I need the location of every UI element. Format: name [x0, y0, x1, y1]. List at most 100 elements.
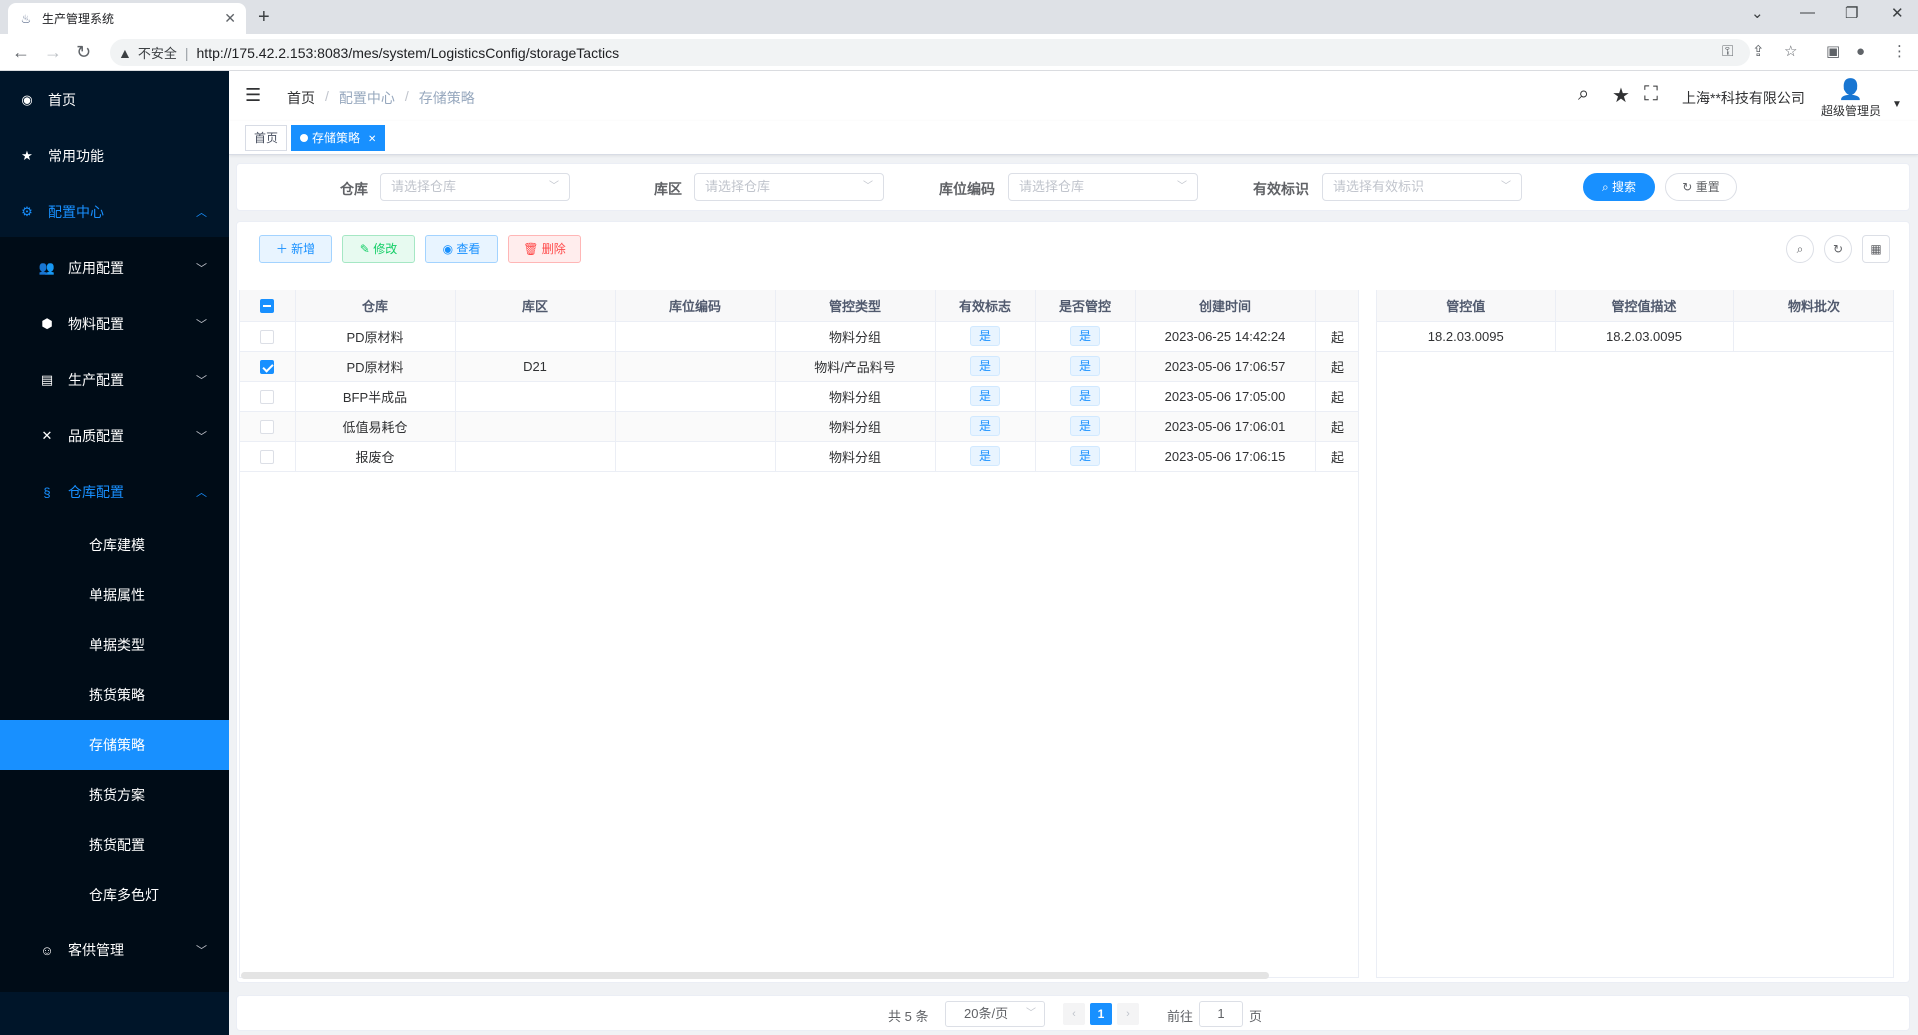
goto-page-input[interactable]: 1 — [1199, 1001, 1243, 1027]
sidebar-item-warehouse-multicolor-light[interactable]: 仓库多色灯 — [0, 870, 229, 920]
column-header[interactable]: 管控类型 — [775, 290, 936, 322]
profile-icon[interactable]: ● — [1856, 43, 1865, 61]
table-row[interactable]: PD原材料 D21 物料/产品料号 是 是 2023-05-06 17:06:5… — [240, 351, 1358, 382]
row-select-cell[interactable] — [240, 441, 296, 472]
sidebar-item-document-attributes[interactable]: 单据属性 — [0, 570, 229, 620]
area-cell — [455, 411, 616, 442]
horizontal-scrollbar[interactable] — [241, 972, 1269, 979]
column-header[interactable]: 管控值描述 — [1555, 290, 1734, 322]
columns-button[interactable]: ▦ — [1862, 235, 1890, 263]
close-tag-icon[interactable]: ✕ — [368, 134, 376, 145]
sidebar-item-customer-supply[interactable]: ☺ 客供管理 ﹀ — [0, 925, 229, 975]
column-header[interactable]: 管控值 — [1377, 290, 1556, 322]
prev-page-button[interactable]: ‹ — [1063, 1003, 1085, 1025]
row-select-cell[interactable] — [240, 351, 296, 382]
forward-icon[interactable]: → — [44, 41, 62, 63]
table-row[interactable]: 低值易耗仓 物料分组 是 是 2023-05-06 17:06:01 起 — [240, 411, 1358, 442]
row-checkbox[interactable] — [260, 419, 275, 434]
user-avatar-icon[interactable]: 👤 — [1838, 77, 1863, 102]
close-tab-icon[interactable]: ✕ — [224, 10, 236, 27]
sidebar-item-picking-plan[interactable]: 拣货方案 — [0, 770, 229, 820]
table-row[interactable]: 报废仓 物料分组 是 是 2023-05-06 17:06:15 起 — [240, 441, 1358, 472]
hamburger-icon[interactable]: ☰ — [245, 85, 261, 106]
sidebar-item-production-config[interactable]: ▤ 生产配置 ﹀ — [0, 355, 229, 405]
breadcrumb-config-center[interactable]: 配置中心 — [339, 88, 395, 108]
select-all-checkbox[interactable] — [260, 299, 275, 314]
location-cell — [615, 351, 776, 382]
column-header[interactable]: 有效标志 — [935, 290, 1036, 322]
column-header[interactable]: 仓库 — [295, 290, 456, 322]
column-header[interactable]: 创建时间 — [1135, 290, 1316, 322]
sidebar-item-app-config[interactable]: 👥 应用配置 ﹀ — [0, 243, 229, 293]
sidebar-item-warehouse-config[interactable]: § 仓库配置 ︿ — [0, 467, 229, 517]
gear-icon: ⚙ — [21, 204, 33, 219]
browser-tab[interactable]: ♨ 生产管理系统 ✕ — [8, 3, 246, 34]
sidebar-item-warehouse-modeling[interactable]: 仓库建模 — [0, 520, 229, 570]
sidebar-item-picking-strategy[interactable]: 拣货策略 — [0, 670, 229, 720]
row-checkbox[interactable] — [260, 359, 275, 374]
delete-button[interactable]: 🗑 删除 — [508, 235, 581, 263]
side-panel-icon[interactable]: ▣ — [1826, 43, 1840, 61]
search-icon[interactable]: ⌕ — [1578, 83, 1589, 106]
location-select[interactable]: 请选择仓库 ﹀ — [1008, 173, 1198, 201]
close-window-icon[interactable]: ✕ — [1891, 4, 1904, 22]
refresh-button[interactable]: ↻ — [1824, 235, 1852, 263]
search-button[interactable]: ⌕ 搜索 — [1583, 173, 1655, 201]
page-size-select[interactable]: 20条/页 ﹀ — [945, 1001, 1045, 1027]
toggle-search-button[interactable]: ⌕ — [1786, 235, 1814, 263]
select-all-cell[interactable] — [240, 290, 296, 322]
new-tab-icon[interactable]: + — [258, 5, 270, 29]
table-row[interactable]: BFP半成品 物料分组 是 是 2023-05-06 17:05:00 起 — [240, 381, 1358, 412]
address-bar[interactable]: ▲ 不安全 | http://175.42.2.153:8083/mes/sys… — [110, 39, 1750, 66]
sidebar-item-material-config[interactable]: ⬢ 物料配置 ﹀ — [0, 299, 229, 349]
table-row[interactable]: PD原材料 物料分组 是 是 2023-06-25 14:42:24 起 — [240, 321, 1358, 352]
row-checkbox[interactable] — [260, 329, 275, 344]
column-header[interactable] — [1315, 290, 1358, 322]
column-header[interactable]: 库位编码 — [615, 290, 776, 322]
tag-storage-strategy[interactable]: 存储策略 ✕ — [291, 125, 386, 151]
sidebar-item-picking-config[interactable]: 拣货配置 — [0, 820, 229, 870]
key-icon[interactable]: ⚿ — [1722, 43, 1733, 61]
valid-select[interactable]: 请选择有效标识 ﹀ — [1322, 173, 1522, 201]
chevron-down-icon: ﹀ — [196, 431, 207, 443]
sidebar-item-document-types[interactable]: 单据类型 — [0, 620, 229, 670]
column-header[interactable]: 库区 — [455, 290, 616, 322]
column-header[interactable]: 是否管控 — [1035, 290, 1136, 322]
sidebar-item-favorites[interactable]: ★ 常用功能 — [0, 131, 229, 181]
fullscreen-icon[interactable]: ⛶ — [1644, 83, 1658, 106]
row-checkbox[interactable] — [260, 389, 275, 404]
share-icon[interactable]: ⇪ — [1752, 43, 1765, 61]
edit-button[interactable]: ✎ 修改 — [342, 235, 415, 263]
row-checkbox[interactable] — [260, 449, 275, 464]
more-menu-icon[interactable]: ⋮ — [1892, 43, 1907, 61]
sidebar-item-label: 生产配置 — [68, 372, 124, 388]
row-select-cell[interactable] — [240, 411, 296, 442]
sidebar-item-storage-strategy[interactable]: 存储策略 — [0, 720, 229, 770]
area-select[interactable]: 请选择仓库 ﹀ — [694, 173, 884, 201]
sidebar-item-config-center[interactable]: ⚙ 配置中心 ︿ — [0, 187, 229, 237]
sidebar-item-quality-config[interactable]: ✕ 品质配置 ﹀ — [0, 411, 229, 461]
star-icon[interactable]: ★ — [1612, 83, 1630, 108]
reset-button[interactable]: ↻ 重置 — [1665, 173, 1737, 201]
reload-icon[interactable]: ↻ — [76, 41, 91, 63]
back-icon[interactable]: ← — [12, 41, 30, 63]
minimize-icon[interactable]: — — [1800, 4, 1815, 21]
controlled-cell: 是 — [1035, 441, 1136, 472]
restore-icon[interactable]: ❐ — [1845, 4, 1858, 22]
caret-down-icon[interactable]: ▼ — [1892, 99, 1902, 110]
row-select-cell[interactable] — [240, 321, 296, 352]
tab-list-chevron-icon[interactable]: ⌄ — [1751, 4, 1764, 22]
add-button[interactable]: ＋ 新增 — [259, 235, 332, 263]
breadcrumb-home[interactable]: 首页 — [287, 88, 315, 108]
tag-home[interactable]: 首页 — [245, 125, 288, 151]
table-row[interactable]: 18.2.03.0095 18.2.03.0095 — [1377, 321, 1893, 352]
column-header[interactable]: 物料批次 — [1733, 290, 1893, 322]
user-name[interactable]: 超级管理员 — [1821, 102, 1881, 119]
row-select-cell[interactable] — [240, 381, 296, 412]
bookmark-star-icon[interactable]: ☆ — [1784, 43, 1797, 61]
view-button[interactable]: ◉ 查看 — [425, 235, 498, 263]
sidebar-item-home[interactable]: ◉ 首页 — [0, 75, 229, 125]
next-page-button[interactable]: › — [1117, 1003, 1139, 1025]
warehouse-select[interactable]: 请选择仓库 ﹀ — [380, 173, 570, 201]
page-number[interactable]: 1 — [1090, 1003, 1112, 1025]
